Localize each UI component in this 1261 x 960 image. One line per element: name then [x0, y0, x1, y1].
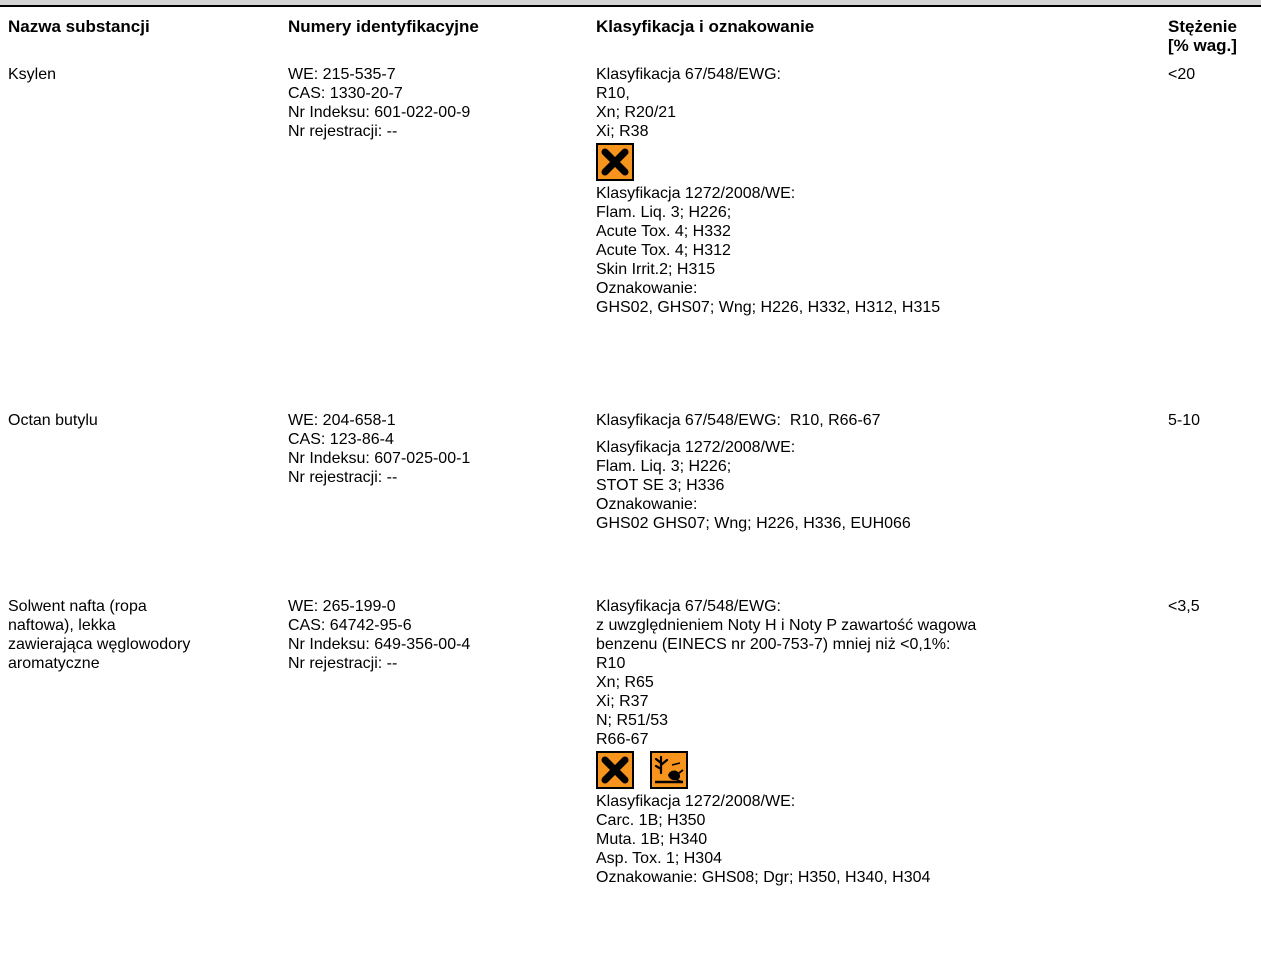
classification-line: Acute Tox. 4; H312: [596, 242, 731, 259]
row-octan-butylu-name: Octan butylu: [8, 411, 98, 430]
classification-line: GHS02 GHS07; Wng; H226, H336, EUH066: [596, 515, 911, 532]
substance-name-line: Octan butylu: [8, 412, 98, 429]
id-index: Nr Indeksu: 601-022-00-9: [288, 104, 471, 121]
header-substance-name: Nazwa substancji: [8, 17, 150, 36]
id-cas: CAS: 64742-95-6: [288, 617, 412, 634]
classification-line: Skin Irrit.2; H315: [596, 261, 716, 278]
header-identification-numbers: Numery identyfikacyjne: [288, 17, 479, 36]
id-index: Nr Indeksu: 649-356-00-4: [288, 636, 471, 653]
row-solwent-nafta-ids: WE: 265-199-0 CAS: 64742-95-6 Nr Indeksu…: [288, 597, 470, 673]
row-octan-butylu-ids: WE: 204-658-1 CAS: 123-86-4 Nr Indeksu: …: [288, 411, 470, 487]
classification-line: Flam. Liq. 3; H226;: [596, 204, 732, 221]
row-ksylen-classification: Klasyfikacja 67/548/EWG: R10, Xn; R20/21…: [596, 65, 940, 317]
row-octan-butylu-concentration: 5-10: [1168, 412, 1201, 429]
classification-line: Muta. 1B; H340: [596, 831, 708, 848]
row-ksylen-concentration: <20: [1168, 66, 1196, 83]
substance-name-line: Ksylen: [8, 66, 57, 83]
classification-line: Flam. Liq. 3; H226;: [596, 458, 732, 475]
id-registration: Nr rejestracji: --: [288, 123, 398, 140]
classification-line: R66-67: [596, 731, 649, 748]
row-solwent-nafta-concentration: <3,5: [1168, 598, 1200, 615]
classification-line: Klasyfikacja 1272/2008/WE:: [596, 439, 796, 456]
header-classification: Klasyfikacja i oznakowanie: [596, 17, 815, 36]
header-concentration-line2: [% wag.]: [1168, 36, 1237, 55]
classification-line: Klasyfikacja 67/548/EWG: R10, R66-67: [596, 412, 881, 429]
classification-line: Oznakowanie: GHS08; Dgr; H350, H340, H30…: [596, 869, 931, 886]
id-we: WE: 265-199-0: [288, 598, 396, 615]
classification-line: Xn; R65: [596, 674, 654, 691]
id-cas: CAS: 123-86-4: [288, 431, 394, 448]
environment-hazard-pictogram-icon: [650, 751, 688, 789]
substance-name-line: aromatyczne: [8, 655, 100, 672]
id-index: Nr Indeksu: 607-025-00-1: [288, 450, 471, 467]
classification-line: Klasyfikacja 1272/2008/WE:: [596, 185, 796, 202]
id-cas: CAS: 1330-20-7: [288, 85, 403, 102]
classification-line: Oznakowanie:: [596, 496, 698, 513]
classification-line: R10,: [596, 85, 630, 102]
classification-line: Xi; R37: [596, 693, 649, 710]
classification-line: Klasyfikacja 67/548/EWG:: [596, 598, 781, 615]
classification-line: Xi; R38: [596, 123, 649, 140]
header-concentration: Stężenie [% wag.]: [1168, 17, 1237, 55]
table-top-rule: [0, 5, 1261, 7]
substance-name-line: Solwent nafta (ropa: [8, 598, 147, 615]
classification-line: STOT SE 3; H336: [596, 477, 725, 494]
classification-line: Klasyfikacja 1272/2008/WE:: [596, 793, 796, 810]
row-solwent-nafta-classification: Klasyfikacja 67/548/EWG: z uwzględnienie…: [596, 597, 976, 887]
row-octan-butylu-classification: Klasyfikacja 67/548/EWG: R10, R66-67 Kla…: [596, 411, 911, 533]
row-solwent-nafta-name: Solwent nafta (ropa naftowa), lekka zawi…: [8, 597, 190, 673]
classification-line: benzenu (EINECS nr 200-753-7) mniej niż …: [596, 636, 951, 653]
substance-name-line: zawierająca węglowodory: [8, 636, 191, 653]
header-concentration-line1: Stężenie: [1168, 17, 1237, 36]
id-we: WE: 204-658-1: [288, 412, 396, 429]
classification-line: GHS02, GHS07; Wng; H226, H332, H312, H31…: [596, 299, 941, 316]
classification-line: N; R51/53: [596, 712, 669, 729]
classification-line: Klasyfikacja 67/548/EWG:: [596, 66, 781, 83]
harmful-x-pictogram-icon: [596, 751, 634, 789]
classification-line: Carc. 1B; H350: [596, 812, 706, 829]
row-ksylen-name: Ksylen: [8, 65, 56, 84]
harmful-x-pictogram-icon: [596, 143, 634, 181]
id-we: WE: 215-535-7: [288, 66, 396, 83]
classification-line: Oznakowanie:: [596, 280, 698, 297]
classification-line: Xn; R20/21: [596, 104, 677, 121]
classification-line: Asp. Tox. 1; H304: [596, 850, 722, 867]
pictogram-row: [596, 751, 976, 789]
classification-line: z uwzględnieniem Noty H i Noty P zawarto…: [596, 617, 977, 634]
classification-line: R10: [596, 655, 626, 672]
row-ksylen-ids: WE: 215-535-7 CAS: 1330-20-7 Nr Indeksu:…: [288, 65, 470, 141]
classification-line: Acute Tox. 4; H332: [596, 223, 731, 240]
id-registration: Nr rejestracji: --: [288, 655, 398, 672]
substance-name-line: naftowa), lekka: [8, 617, 116, 634]
id-registration: Nr rejestracji: --: [288, 469, 398, 486]
